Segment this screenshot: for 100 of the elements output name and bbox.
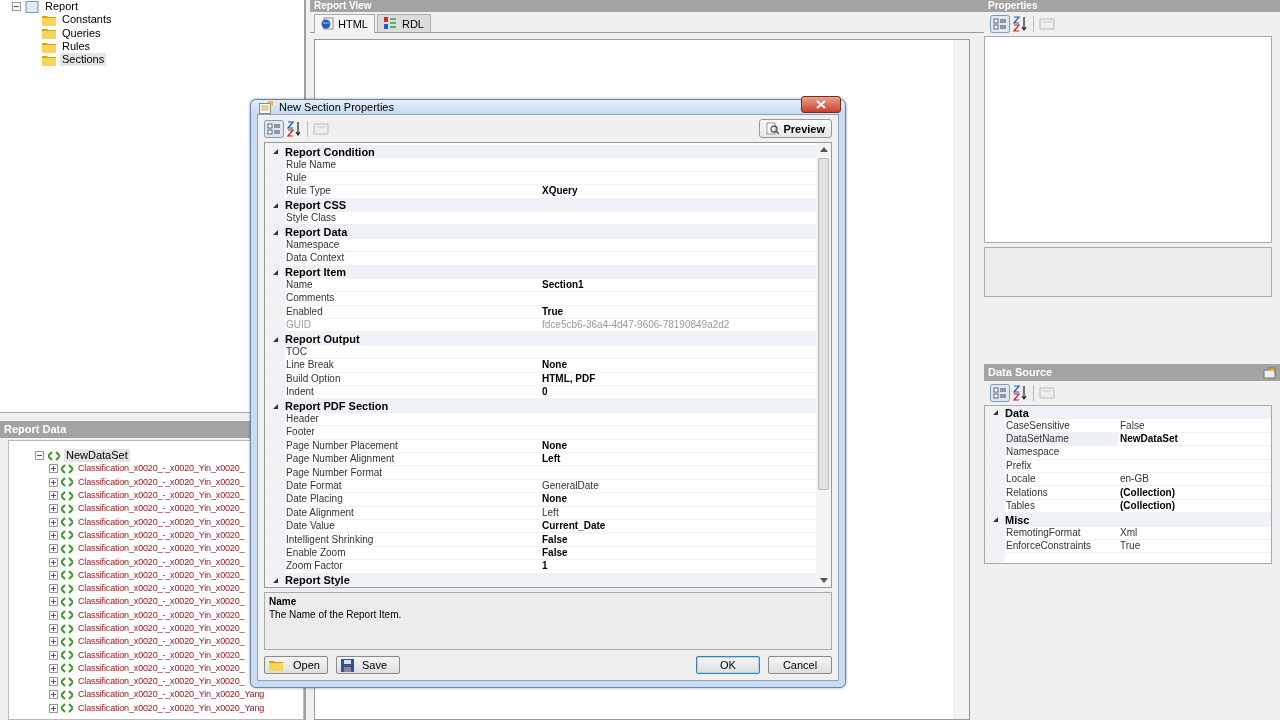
property-name[interactable]: Locale (1005, 473, 1118, 486)
tree-item[interactable]: Classification_x0020_-_x0020_Yin_x0020_ (76, 502, 247, 516)
property-name[interactable]: Indent (285, 386, 540, 399)
property-value[interactable]: True (540, 305, 816, 318)
property-name[interactable]: Build Option (285, 372, 540, 385)
property-value[interactable]: (Collection) (1118, 499, 1271, 512)
expand-icon[interactable] (49, 517, 58, 527)
expand-icon[interactable] (49, 504, 58, 514)
tree-item[interactable]: Classification_x0020_-_x0020_Yin_x0020_ (76, 635, 247, 649)
property-value[interactable]: False (540, 546, 816, 559)
categorized-icon[interactable] (264, 119, 284, 138)
property-name[interactable]: Name (285, 279, 540, 292)
expand-icon[interactable] (49, 677, 58, 687)
property-value[interactable]: NewDataSet (1118, 432, 1271, 445)
scroll-down-icon[interactable] (819, 578, 828, 583)
property-value[interactable]: None (540, 359, 816, 372)
collapse-arrow-icon[interactable] (271, 201, 279, 209)
cancel-button[interactable]: Cancel (768, 656, 832, 674)
property-name[interactable]: RemotingFormat (1005, 526, 1118, 539)
tree-item[interactable]: Classification_x0020_-_x0020_Yin_x0020_Yang (76, 701, 267, 715)
collapse-icon[interactable] (35, 451, 44, 461)
collapse-arrow-icon[interactable] (271, 402, 279, 410)
tree-item[interactable]: Classification_x0020_-_x0020_Yin_x0020_ (76, 462, 247, 476)
sort-alphabetical-icon[interactable] (286, 119, 302, 138)
tree-item[interactable]: Classification_x0020_-_x0020_Yin_x0020_ (76, 595, 247, 609)
tree-item[interactable]: Classification_x0020_-_x0020_Yin_x0020_ (76, 648, 247, 662)
property-name[interactable]: Intelligent Shrinking (285, 533, 540, 546)
tree-item[interactable]: Classification_x0020_-_x0020_Yin_x0020_ (76, 542, 247, 556)
property-value[interactable]: Left (540, 453, 816, 466)
sort-alphabetical-icon[interactable] (1012, 15, 1028, 33)
collapse-arrow-icon[interactable] (991, 516, 999, 524)
property-value[interactable]: None (540, 493, 816, 506)
property-name[interactable]: Namespace (1005, 446, 1118, 459)
property-name[interactable]: Namespace (285, 238, 540, 251)
expand-icon[interactable] (49, 650, 58, 660)
expand-icon[interactable] (49, 570, 58, 580)
property-name[interactable]: Page Number Alignment (285, 453, 540, 466)
scrollbar[interactable] (816, 143, 831, 587)
property-value[interactable]: en-GB (1118, 473, 1271, 486)
expand-icon[interactable] (49, 703, 58, 713)
property-name[interactable]: Data Context (285, 252, 540, 265)
property-name[interactable]: TOC (285, 346, 540, 359)
property-value[interactable]: Left (540, 506, 816, 519)
tree-item[interactable]: Queries (60, 26, 103, 40)
property-name[interactable]: Rule Name (285, 158, 540, 171)
ok-button[interactable]: OK (696, 656, 760, 674)
property-name[interactable]: Date Alignment (285, 506, 540, 519)
property-name[interactable]: Relations (1005, 486, 1118, 499)
property-value[interactable]: None (540, 439, 816, 452)
expand-icon[interactable] (49, 597, 58, 607)
tree-item[interactable]: Classification_x0020_-_x0020_Yin_x0020_ (76, 515, 247, 529)
tab[interactable]: HTML (314, 14, 375, 33)
property-name[interactable]: Line Break (285, 359, 540, 372)
expand-icon[interactable] (49, 584, 58, 594)
collapse-arrow-icon[interactable] (271, 335, 279, 343)
property-name[interactable]: Date Placing (285, 493, 540, 506)
expand-icon[interactable] (49, 610, 58, 620)
property-name[interactable]: Comments (285, 292, 540, 305)
tree-item[interactable]: Classification_x0020_-_x0020_Yin_x0020_ (76, 475, 247, 489)
property-value[interactable]: (Collection) (1118, 486, 1271, 499)
property-name[interactable]: Style Class (285, 212, 540, 225)
expand-icon[interactable] (49, 637, 58, 647)
expand-icon[interactable] (49, 690, 58, 700)
collapse-arrow-icon[interactable] (271, 148, 279, 156)
property-name[interactable]: Date Value (285, 520, 540, 533)
property-name[interactable]: Enable Zoom (285, 546, 540, 559)
tree-item[interactable]: Classification_x0020_-_x0020_Yin_x0020_ (76, 661, 247, 675)
property-value[interactable]: 1 (540, 560, 816, 573)
expand-icon[interactable] (49, 530, 58, 540)
property-name[interactable]: Enabled (285, 305, 540, 318)
property-name[interactable]: Page Number Placement (285, 439, 540, 452)
property-value[interactable]: 0 (540, 386, 816, 399)
expand-icon[interactable] (49, 544, 58, 554)
property-value[interactable]: Section1 (540, 279, 816, 292)
tree-item[interactable]: Classification_x0020_-_x0020_Yin_x0020_ (76, 528, 247, 542)
tree-item[interactable]: Report (43, 0, 81, 14)
expand-icon[interactable] (49, 663, 58, 673)
tree-item[interactable]: Classification_x0020_-_x0020_Yin_x0020_ (76, 582, 247, 596)
property-value[interactable]: GeneralDate (540, 479, 816, 492)
property-name[interactable]: Zoom Factor (285, 560, 540, 573)
property-value[interactable]: Current_Date (540, 520, 816, 533)
property-name[interactable]: Rule Type (285, 185, 540, 198)
collapse-icon[interactable] (12, 2, 21, 12)
tree-item[interactable]: Constants (60, 13, 114, 27)
expand-icon[interactable] (49, 491, 58, 501)
expand-icon[interactable] (49, 557, 58, 567)
scrollbar[interactable] (953, 40, 969, 719)
tree-item[interactable]: Sections (60, 53, 107, 67)
collapse-arrow-icon[interactable] (271, 576, 279, 584)
tree-item[interactable]: Rules (60, 40, 93, 54)
collapse-arrow-icon[interactable] (271, 268, 279, 276)
tree-item[interactable]: Classification_x0020_-_x0020_Yin_x0020_ (76, 568, 247, 582)
tree-item[interactable]: Classification_x0020_-_x0020_Yin_x0020_ (76, 489, 247, 503)
property-name[interactable]: Prefix (1005, 459, 1118, 472)
preview-button[interactable]: Preview (759, 119, 832, 138)
tree-item[interactable]: Classification_x0020_-_x0020_Yin_x0020_ (76, 675, 247, 689)
property-value[interactable]: False (1118, 419, 1271, 432)
property-name[interactable]: Rule (285, 171, 540, 184)
save-button[interactable]: Save (336, 656, 400, 674)
property-name[interactable]: CaseSensitive (1005, 419, 1118, 432)
